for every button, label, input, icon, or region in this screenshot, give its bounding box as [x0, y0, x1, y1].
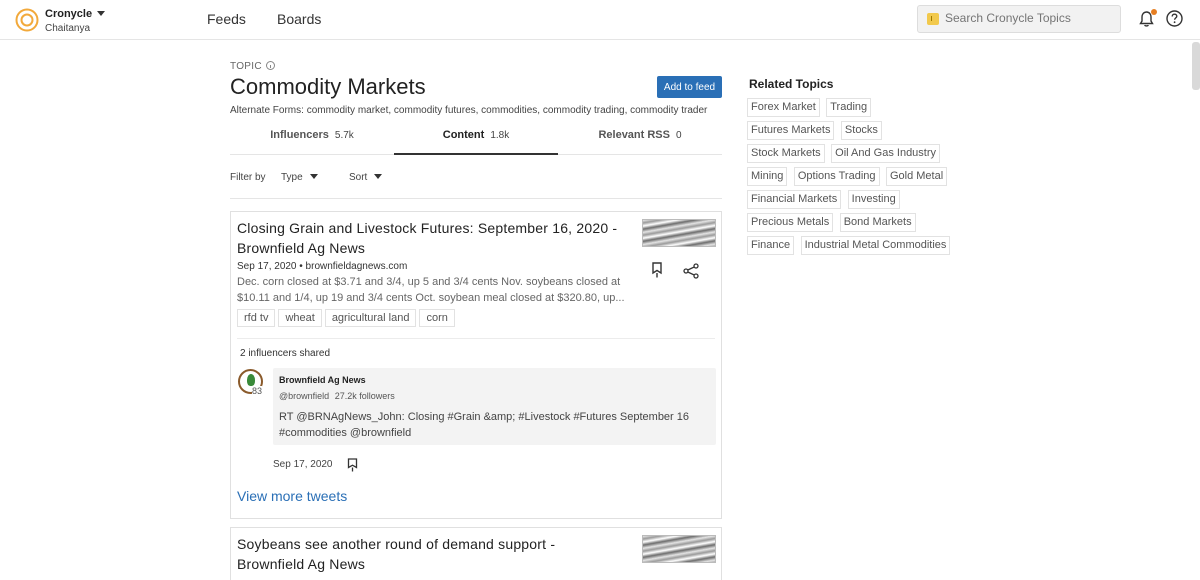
search-topic-icon	[927, 13, 939, 25]
related-topic-chip[interactable]: Finance	[747, 236, 795, 255]
influencers-shared-count: 2 influencers shared	[240, 348, 331, 359]
divider	[237, 338, 715, 339]
related-topic-chip[interactable]: Industrial Metal Commodities	[800, 236, 951, 255]
filter-label: Filter by	[230, 172, 266, 183]
add-to-feed-button[interactable]: Add to feed	[657, 76, 722, 98]
related-topic-chip[interactable]: Futures Markets	[747, 121, 835, 140]
tag[interactable]: agricultural land	[324, 309, 417, 327]
article-tags: rfd tv wheat agricultural land corn	[237, 308, 458, 327]
view-more-tweets-link[interactable]: View more tweets	[237, 488, 347, 504]
brand-name[interactable]: Cronycle	[45, 8, 92, 20]
type-dropdown[interactable]: Type	[281, 172, 318, 183]
article-snippet: Dec. corn closed at $3.71 and 3/4, up 5 …	[237, 276, 625, 304]
related-topic-chip[interactable]: Mining	[747, 167, 788, 186]
bookmark-icon[interactable]	[347, 458, 358, 472]
article-meta: Sep 17, 2020 • brownfieldagnews.com	[237, 261, 408, 272]
tag[interactable]: corn	[419, 309, 455, 327]
related-topics-heading: Related Topics	[749, 77, 834, 91]
cronycle-logo-icon[interactable]	[15, 8, 39, 32]
nav-boards[interactable]: Boards	[277, 11, 321, 27]
related-topic-chip[interactable]: Options Trading	[793, 167, 880, 186]
related-topic-chip[interactable]: Gold Metal	[885, 167, 948, 186]
related-topic-chip[interactable]: Forex Market	[747, 98, 820, 117]
notification-dot	[1151, 9, 1157, 15]
tab-relevant-rss[interactable]: Relevant RSS 0	[558, 118, 722, 155]
content-tabs: Influencers 5.7k Content 1.8k Relevant RSS…	[230, 118, 722, 155]
article-thumbnail[interactable]	[642, 535, 716, 563]
tweet-date: Sep 17, 2020	[273, 459, 333, 470]
tag[interactable]: rfd tv	[237, 309, 276, 327]
search-box[interactable]	[917, 5, 1121, 33]
follower-count: 27.2k followers	[334, 391, 395, 401]
alternate-forms: Alternate Forms: commodity market, commo…	[230, 105, 708, 116]
tag[interactable]: wheat	[278, 309, 322, 327]
related-topic-chip[interactable]: Stock Markets	[747, 144, 825, 163]
bookmark-icon[interactable]	[651, 262, 663, 278]
tab-content[interactable]: Content 1.8k	[394, 118, 558, 155]
related-topic-chip[interactable]: Trading	[826, 98, 872, 117]
info-icon[interactable]	[265, 61, 275, 70]
nav-feeds[interactable]: Feeds	[207, 11, 246, 27]
related-topic-chip[interactable]: Precious Metals	[747, 213, 834, 232]
related-topic-chip[interactable]: Financial Markets	[747, 190, 842, 209]
influencer-score: 83	[252, 386, 263, 396]
chevron-down-icon[interactable]	[97, 11, 105, 16]
page-scrollbar[interactable]	[1192, 42, 1200, 90]
search-input[interactable]	[945, 11, 1115, 25]
related-topic-chip[interactable]: Oil And Gas Industry	[831, 144, 941, 163]
article-card: Soybeans see another round of demand sup…	[230, 527, 722, 580]
chevron-down-icon	[374, 174, 383, 179]
related-topics-list: Forex Market Trading Futures Markets Sto…	[747, 97, 962, 258]
chevron-down-icon	[309, 174, 318, 179]
sort-dropdown[interactable]: Sort	[349, 172, 383, 183]
tab-count: 5.7k	[334, 130, 354, 141]
article-title[interactable]: Closing Grain and Livestock Futures: Sep…	[237, 218, 622, 258]
filter-bar: Filter by Type Sort	[230, 170, 722, 199]
related-topic-chip[interactable]: Stocks	[840, 121, 882, 140]
tab-count: 0	[675, 130, 682, 141]
tab-count: 1.8k	[490, 130, 510, 141]
tweet-author-handle: @brownfield 27.2k followers	[279, 391, 395, 401]
related-topic-chip[interactable]: Bond Markets	[839, 213, 916, 232]
tab-influencers[interactable]: Influencers 5.7k	[230, 118, 394, 155]
page-title: Commodity Markets	[230, 74, 426, 99]
help-icon[interactable]	[1166, 10, 1183, 27]
article-card: Closing Grain and Livestock Futures: Sep…	[230, 211, 722, 519]
user-name: Chaitanya	[45, 23, 91, 34]
tweet-text: RT @BRNAgNews_John: Closing #Grain &amp;…	[279, 411, 690, 439]
tweet-card: Brownfield Ag News @brownfield 27.2k fol…	[273, 368, 716, 445]
topic-label: TOPIC	[230, 61, 275, 72]
top-header: Cronycle Chaitanya Feeds Boards	[0, 0, 1200, 40]
article-title[interactable]: Soybeans see another round of demand sup…	[237, 534, 622, 574]
share-icon[interactable]	[683, 263, 699, 279]
article-thumbnail[interactable]	[642, 219, 716, 247]
tweet-author-name[interactable]: Brownfield Ag News	[279, 375, 366, 385]
related-topic-chip[interactable]: Investing	[847, 190, 900, 209]
